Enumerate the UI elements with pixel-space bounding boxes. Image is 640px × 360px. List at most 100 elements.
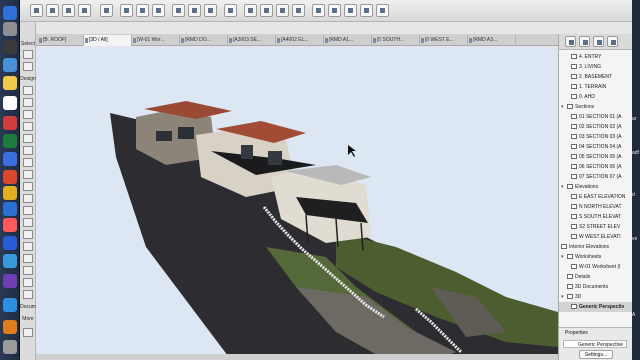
finder-icon[interactable] — [3, 6, 17, 20]
3d-model-render[interactable] — [36, 47, 558, 360]
maps-icon[interactable] — [3, 254, 17, 268]
layout-book-icon[interactable] — [593, 36, 604, 47]
system-preferences-icon[interactable] — [3, 40, 17, 54]
tab-south[interactable]: [0 SOUTH... — [372, 35, 420, 46]
illustrator-icon[interactable] — [3, 320, 17, 334]
generic-perspective-item[interactable]: Generic Perspectiv — [559, 302, 633, 312]
slab-tool-icon[interactable] — [62, 4, 75, 17]
section-item[interactable]: 06 SECTION 06 (A — [559, 162, 633, 172]
story-item[interactable]: 0. AHD — [559, 92, 633, 102]
pointer-tool-icon[interactable] — [30, 4, 43, 17]
teams-icon[interactable] — [3, 274, 17, 288]
section-item[interactable]: 01 SECTION 01 (A — [559, 112, 633, 122]
snap-icon[interactable] — [244, 4, 257, 17]
mesh-icon[interactable] — [23, 266, 33, 275]
window-icon[interactable] — [23, 110, 33, 119]
elevation-item[interactable]: N NORTH ELEVAT — [559, 202, 633, 212]
section-item[interactable]: 03 SECTION 03 (A — [559, 132, 633, 142]
tab-rmd-a1[interactable]: [RMD A1... — [324, 35, 372, 46]
elevation-item[interactable]: S2 STREET ELEV — [559, 222, 633, 232]
pen-set-icon[interactable] — [188, 4, 201, 17]
morph-icon[interactable] — [23, 230, 33, 239]
tab-west[interactable]: [0 WEST E... — [420, 35, 468, 46]
section-item[interactable]: 05 SECTION 05 (A — [559, 152, 633, 162]
tab-a4002[interactable]: [A4002 EL... — [276, 35, 324, 46]
layers-icon[interactable] — [172, 4, 185, 17]
elevation-item[interactable]: S SOUTH ELEVAT — [559, 212, 633, 222]
zoom-in-icon[interactable] — [120, 4, 133, 17]
worksheet-item[interactable]: W-01 Worksheet (I — [559, 262, 633, 272]
walls-display-icon[interactable] — [312, 4, 325, 17]
worksheets-folder[interactable]: ▾ Worksheets — [559, 252, 633, 262]
dimension-tool-icon[interactable] — [78, 4, 91, 17]
section-item[interactable]: 02 SECTION 02 (A — [559, 122, 633, 132]
arrow-icon[interactable] — [100, 4, 113, 17]
arrow-tool-icon[interactable] — [23, 50, 33, 59]
section-marker-icon[interactable] — [328, 4, 341, 17]
project-map-icon[interactable] — [565, 36, 576, 47]
door-icon[interactable] — [23, 98, 33, 107]
tab-3d-all[interactable]: [3D / All] — [84, 35, 132, 46]
3d-viewport[interactable] — [36, 47, 558, 360]
fit-window-icon[interactable] — [152, 4, 165, 17]
section-item[interactable]: 04 SECTION 04 (A — [559, 142, 633, 152]
launchpad-icon[interactable] — [3, 22, 17, 36]
railing-icon[interactable] — [23, 170, 33, 179]
trash-icon[interactable] — [3, 340, 17, 354]
chrome-icon[interactable] — [3, 186, 17, 200]
archicad-icon[interactable] — [3, 152, 17, 166]
story-item[interactable]: 4. ENTRY — [559, 52, 633, 62]
render-icon[interactable] — [292, 4, 305, 17]
tab-worksheet[interactable]: [W-01 Wor... — [132, 35, 180, 46]
details-folder[interactable]: Details — [559, 272, 633, 282]
elevation-item[interactable]: W WEST ELEVATI — [559, 232, 633, 242]
story-item[interactable]: 1. TERRAIN — [559, 82, 633, 92]
publisher-icon[interactable] — [607, 36, 618, 47]
tab-rmd-do[interactable]: [RMD DO... — [180, 35, 228, 46]
curtain-wall-icon[interactable] — [23, 218, 33, 227]
elevation-item[interactable]: E EAST ELEVATION — [559, 192, 633, 202]
tab-roof[interactable]: [B. ROOF] — [38, 35, 84, 46]
tab-rmd-a3[interactable]: [RMD A3... — [468, 35, 516, 46]
section-item[interactable]: 07 SECTION 07 (A — [559, 172, 633, 182]
stair-icon[interactable] — [23, 158, 33, 167]
view-map-icon[interactable] — [579, 36, 590, 47]
mail-icon[interactable] — [3, 202, 17, 216]
slab-icon[interactable] — [23, 146, 33, 155]
elevation-marker-icon[interactable] — [344, 4, 357, 17]
more-tools-icon[interactable] — [23, 328, 33, 337]
calendar-icon[interactable] — [3, 96, 17, 110]
dimension-icon[interactable] — [23, 290, 33, 299]
model-view-icon[interactable] — [204, 4, 217, 17]
teamwork-icon[interactable] — [376, 4, 389, 17]
notes-icon[interactable] — [3, 76, 17, 90]
3d-documents-folder[interactable]: 3D Documents — [559, 282, 633, 292]
publish-icon[interactable] — [360, 4, 373, 17]
grid-icon[interactable] — [224, 4, 237, 17]
roof-icon[interactable] — [23, 182, 33, 191]
excel-icon[interactable] — [3, 134, 17, 148]
word-icon[interactable] — [3, 236, 17, 250]
acrobat-icon[interactable] — [3, 116, 17, 130]
powerpoint-icon[interactable] — [3, 170, 17, 184]
music-icon[interactable] — [3, 218, 17, 232]
wall-tool-icon[interactable] — [46, 4, 59, 17]
lamp-icon[interactable] — [23, 278, 33, 287]
viewport-horizontal-scrollbar[interactable] — [36, 354, 558, 360]
zoom-out-icon[interactable] — [136, 4, 149, 17]
sections-folder[interactable]: ▾ Sections — [559, 102, 633, 112]
shell-icon[interactable] — [23, 194, 33, 203]
skylight-icon[interactable] — [23, 206, 33, 215]
object-icon[interactable] — [23, 242, 33, 251]
safari-icon[interactable] — [3, 58, 17, 72]
beam-icon[interactable] — [23, 134, 33, 143]
trace-icon[interactable] — [276, 4, 289, 17]
zone-icon[interactable] — [23, 254, 33, 263]
guide-icon[interactable] — [260, 4, 273, 17]
interior-elevations-folder[interactable]: Interior Elevations — [559, 242, 633, 252]
marquee-tool-icon[interactable] — [23, 62, 33, 71]
elevations-folder[interactable]: ▾ Elevations — [559, 182, 633, 192]
column-icon[interactable] — [23, 122, 33, 131]
story-item[interactable]: 2. BASEMENT — [559, 72, 633, 82]
3d-folder[interactable]: ▾ 3D — [559, 292, 633, 302]
